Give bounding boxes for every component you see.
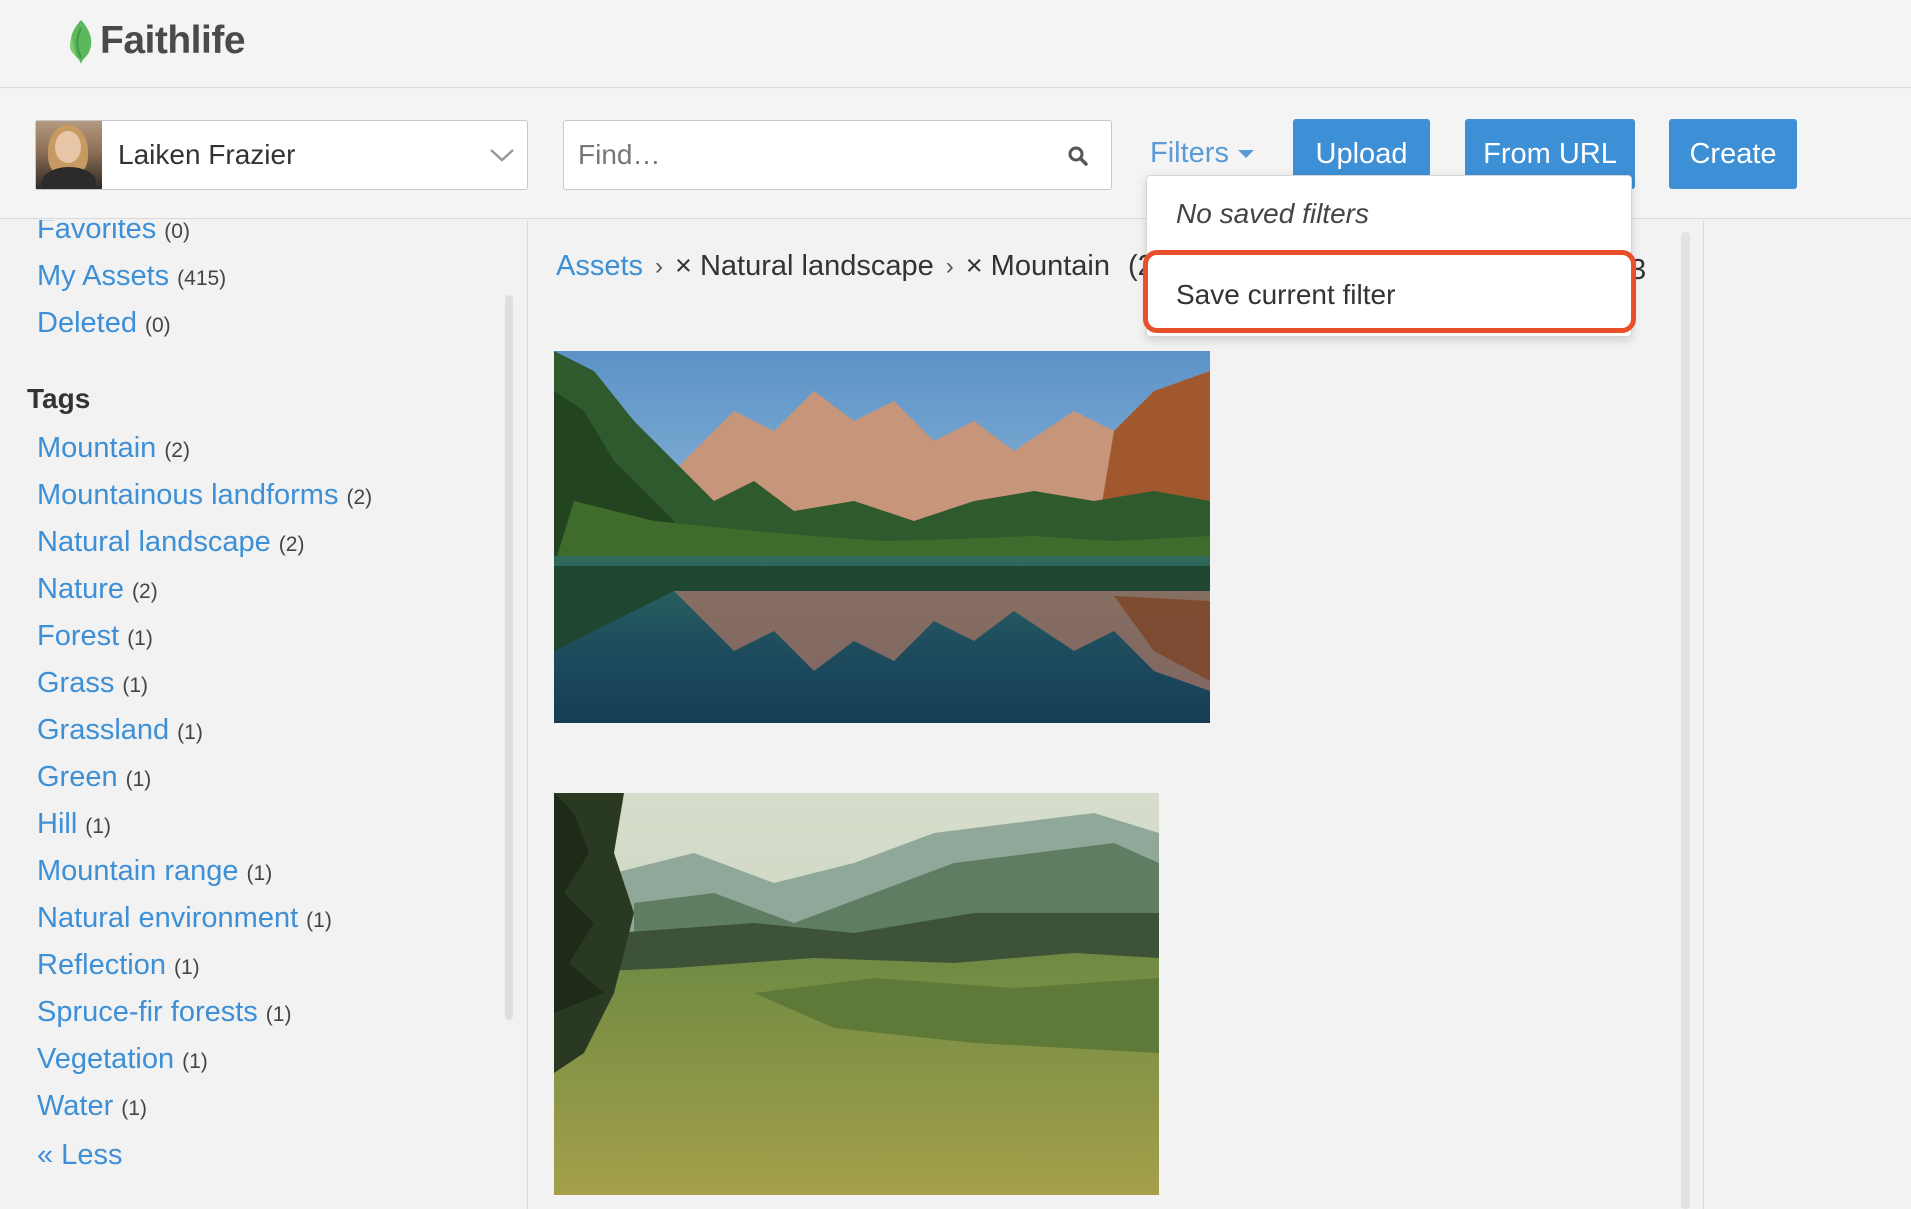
breadcrumb-filter: Mountain — [990, 250, 1110, 282]
caret-down-icon — [1237, 149, 1254, 158]
tag-item[interactable]: Grass (1) — [37, 667, 148, 700]
tag-item[interactable]: Mountain range (1) — [37, 855, 272, 888]
account-selector[interactable]: Laiken Frazier — [35, 120, 528, 190]
tag-item[interactable]: Water (1) — [37, 1090, 147, 1123]
asset-thumbnail-mountain-lake[interactable] — [554, 351, 1210, 723]
highlight-annotation — [1143, 250, 1636, 333]
search-box — [563, 120, 1112, 190]
tag-item[interactable]: Green (1) — [37, 761, 151, 794]
breadcrumb-assets-link[interactable]: Assets — [556, 250, 643, 283]
show-less-link[interactable]: « Less — [37, 1139, 122, 1172]
sidebar-scrollbar[interactable] — [505, 295, 513, 1020]
breadcrumb-separator: › — [945, 252, 954, 280]
tag-item[interactable]: Natural environment (1) — [37, 902, 332, 935]
sidebar: Favorites (0) My Assets (415) Deleted (0) T… — [0, 220, 527, 1209]
mountain-lake-image — [554, 351, 1210, 723]
breadcrumb: Assets › × Natural landscape › × Mountai… — [556, 250, 1154, 283]
asset-thumbnail-green-valley[interactable] — [554, 793, 1159, 1195]
sidebar-divider — [527, 220, 528, 1209]
tag-item[interactable]: Hill (1) — [37, 808, 111, 841]
tag-item[interactable]: Vegetation (1) — [37, 1043, 208, 1076]
breadcrumb-separator: › — [655, 252, 664, 280]
sidebar-item-favorites[interactable]: Favorites (0) — [37, 220, 190, 246]
account-name: Laiken Frazier — [118, 139, 296, 170]
remove-filter-icon[interactable]: × — [966, 250, 983, 283]
tag-item[interactable]: Grassland (1) — [37, 714, 203, 747]
top-bar: Faithlife — [0, 0, 1911, 88]
logo-text: Faithlife — [100, 19, 246, 62]
leaf-icon — [69, 20, 92, 64]
tag-item[interactable]: Reflection (1) — [37, 949, 200, 982]
filters-label: Filters — [1150, 137, 1229, 169]
green-valley-image — [554, 793, 1159, 1195]
faithlife-logo[interactable]: Faithlife — [66, 18, 246, 64]
avatar — [36, 121, 102, 189]
tag-item[interactable]: Spruce-fir forests (1) — [37, 996, 291, 1029]
main-scrollbar[interactable] — [1681, 232, 1690, 1209]
breadcrumb-filter: Natural landscape — [699, 250, 934, 282]
tags-heading: Tags — [27, 383, 91, 414]
tag-item[interactable]: Natural landscape (2) — [37, 526, 304, 559]
tag-item[interactable]: Nature (2) — [37, 573, 158, 606]
tag-item[interactable]: Mountainous landforms (2) — [37, 479, 372, 512]
remove-filter-icon[interactable]: × — [675, 250, 692, 283]
filters-dropdown-toggle[interactable]: Filters — [1150, 137, 1255, 170]
search-input[interactable] — [578, 135, 1048, 175]
sidebar-item-my-assets[interactable]: My Assets (415) — [37, 260, 226, 293]
tag-item[interactable]: Forest (1) — [37, 620, 153, 653]
main-divider — [1703, 220, 1704, 1209]
create-button[interactable]: Create — [1669, 119, 1797, 189]
search-icon[interactable] — [1067, 145, 1089, 172]
sidebar-item-deleted[interactable]: Deleted (0) — [37, 307, 171, 340]
no-saved-filters-label: No saved filters — [1176, 198, 1369, 229]
chevron-down-icon — [477, 147, 527, 163]
tag-item[interactable]: Mountain (2) — [37, 432, 190, 465]
